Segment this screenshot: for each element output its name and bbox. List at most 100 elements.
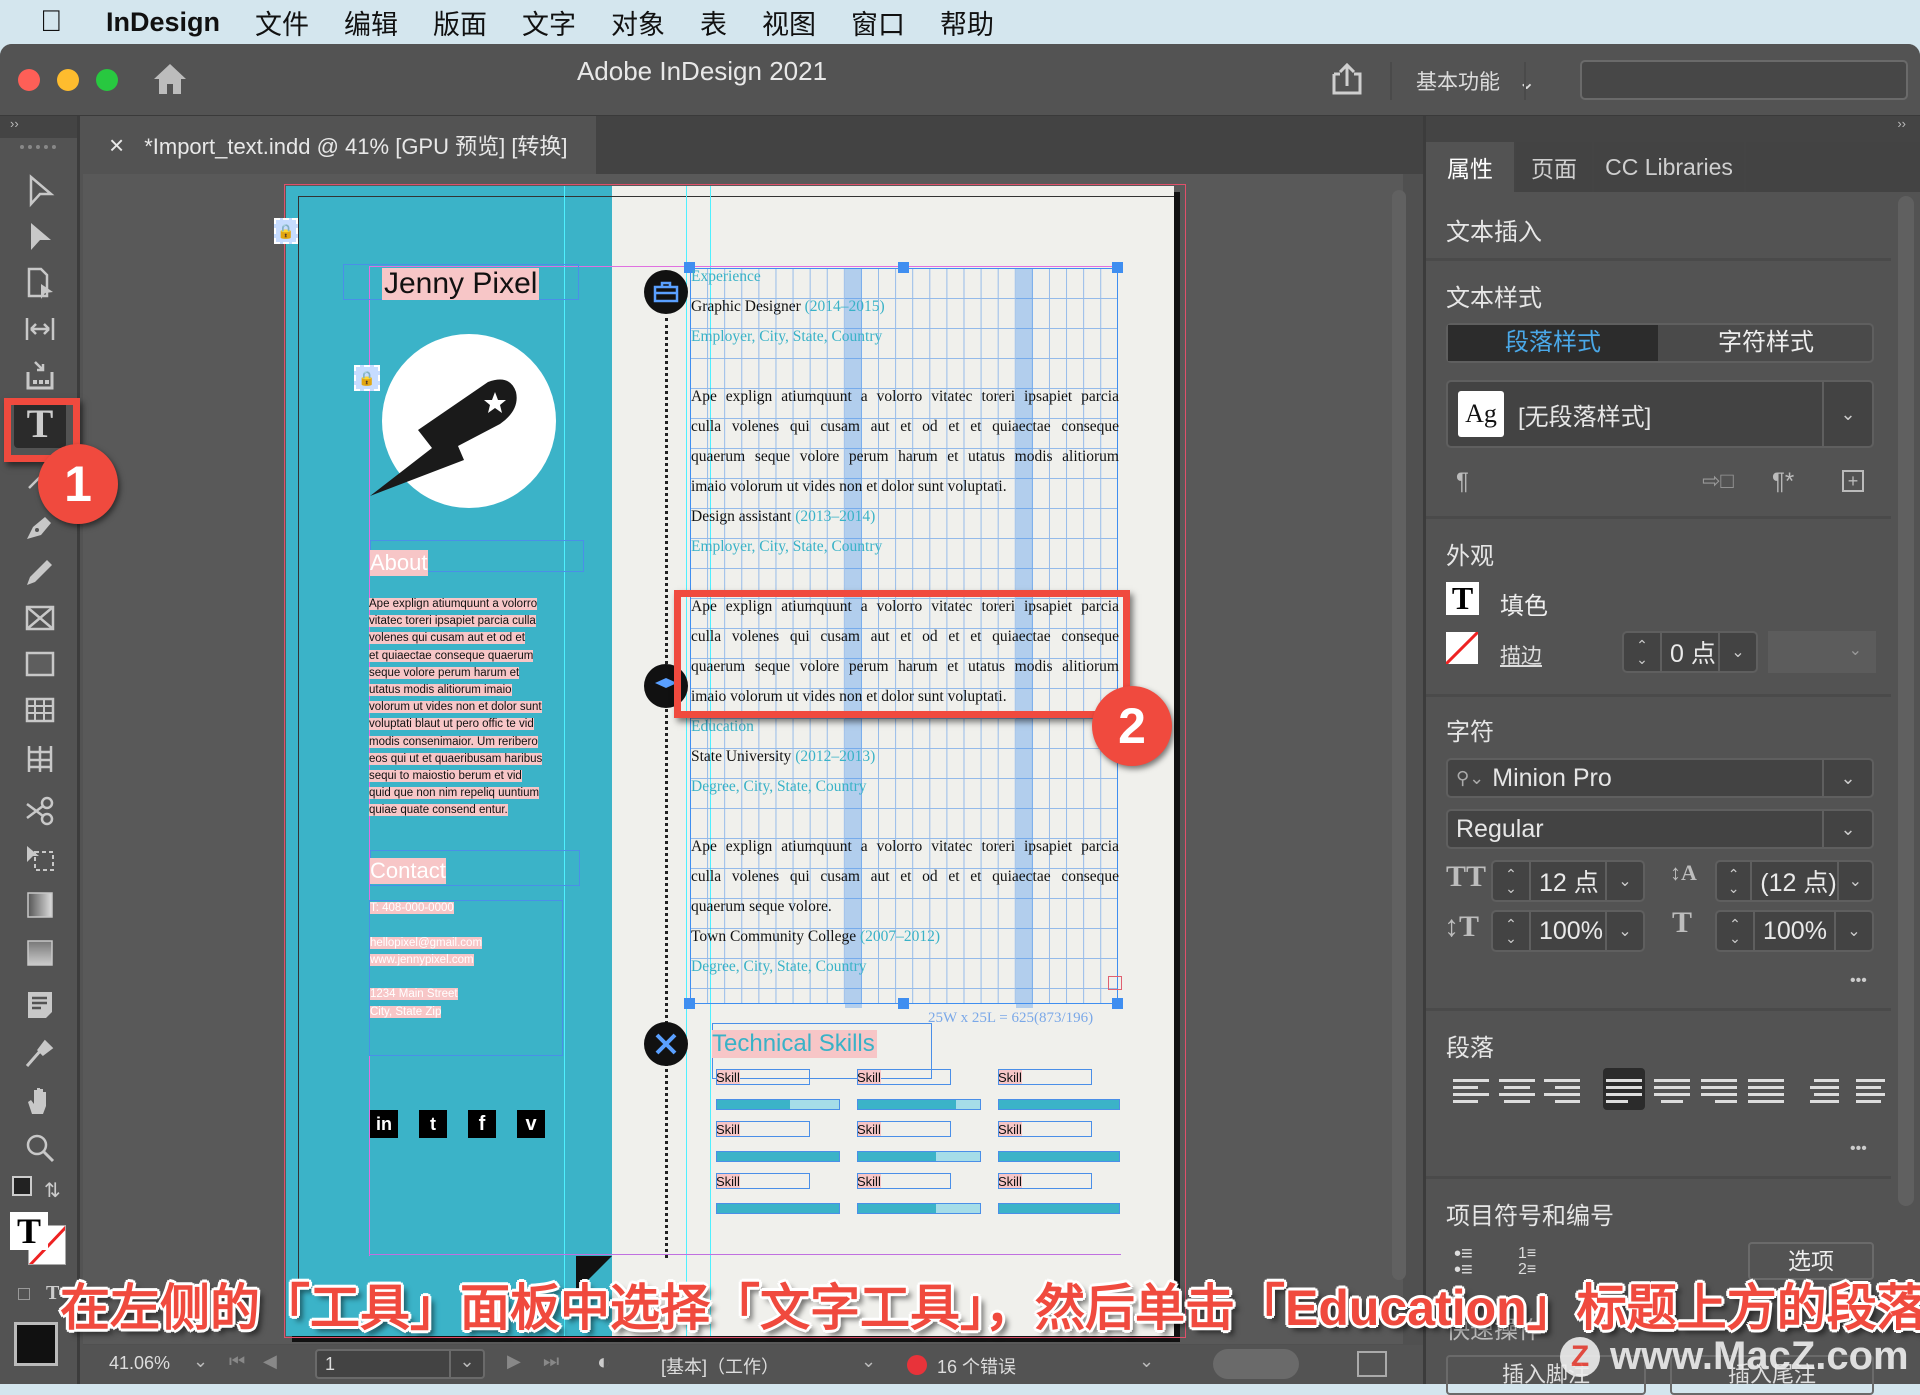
chevron-down-icon[interactable]: ⌄ xyxy=(1605,862,1643,900)
skill-label-frame[interactable] xyxy=(716,1069,810,1085)
align-right-icon[interactable] xyxy=(1544,1075,1580,1111)
default-fill-stroke-icon[interactable] xyxy=(12,1176,32,1196)
page-tool-icon[interactable] xyxy=(16,262,64,304)
search-input[interactable] xyxy=(1580,60,1908,100)
rectangle-frame-tool-icon[interactable] xyxy=(16,597,64,639)
overset-text-icon[interactable] xyxy=(1108,976,1122,990)
fill-color-swatch-icon[interactable]: T xyxy=(1446,582,1479,615)
document-tab[interactable]: × *Import_text.indd @ 41% [GPU 预览] [转换] xyxy=(83,116,596,174)
justify-last-center-icon[interactable] xyxy=(1654,1075,1690,1111)
workspace-switcher[interactable]: 基本功能 ⌄ xyxy=(1416,66,1535,96)
menu-object[interactable]: 对象 xyxy=(611,3,665,42)
skill-label-frame[interactable] xyxy=(857,1173,951,1189)
menu-view[interactable]: 视图 xyxy=(762,3,816,42)
menu-help[interactable]: 帮助 xyxy=(940,3,994,42)
menu-indesign[interactable]: InDesign xyxy=(106,7,220,38)
next-page-icon[interactable]: ▶ xyxy=(507,1351,521,1372)
zoom-tool-icon[interactable] xyxy=(16,1127,64,1169)
skill-label-frame[interactable] xyxy=(998,1173,1092,1189)
scissors-tool-icon[interactable] xyxy=(16,790,64,832)
horizontal-scrollbar[interactable] xyxy=(1213,1349,1299,1379)
chevron-down-icon[interactable]: ⌄ xyxy=(1834,912,1872,950)
vertical-scale-field[interactable]: ⌃ ⌄ 100% ⌄ xyxy=(1491,910,1645,952)
zoom-dropdown-icon[interactable]: ⌄ xyxy=(193,1351,208,1372)
formatting-text-icon[interactable]: T xyxy=(46,1282,59,1305)
chevron-down-icon[interactable]: ⌄ xyxy=(1718,633,1756,671)
align-center-icon[interactable] xyxy=(1499,1075,1535,1111)
close-tab-icon[interactable]: × xyxy=(109,130,124,161)
stepper-icon[interactable]: ⌃ ⌄ xyxy=(1717,862,1753,900)
first-page-icon[interactable]: ⏮ xyxy=(229,1351,245,1372)
canvas-vertical-scrollbar[interactable] xyxy=(1392,190,1406,1280)
clear-overrides-icon[interactable]: ¶* xyxy=(1772,468,1794,496)
load-styles-icon[interactable]: ⇨□ xyxy=(1702,468,1734,494)
collapse-panel-icon[interactable]: ›› xyxy=(1426,116,1920,142)
share-icon[interactable] xyxy=(1330,62,1364,96)
justify-last-right-icon[interactable] xyxy=(1701,1075,1737,1111)
skill-label-frame[interactable] xyxy=(716,1121,810,1137)
formatting-container-icon[interactable] xyxy=(18,1288,30,1300)
last-page-icon[interactable]: ⏭ xyxy=(543,1351,559,1372)
tab-properties[interactable]: 属性 xyxy=(1426,142,1516,192)
font-style-dropdown[interactable]: Regular ⌄ xyxy=(1446,809,1874,849)
panel-grip[interactable] xyxy=(20,145,56,151)
swap-fill-stroke-icon[interactable]: ⇅ xyxy=(44,1178,61,1203)
selection-tool-icon[interactable] xyxy=(16,170,64,212)
table-tool-icon[interactable] xyxy=(16,689,64,731)
direct-selection-tool-icon[interactable] xyxy=(16,216,64,258)
justify-last-left-icon[interactable] xyxy=(1606,1075,1642,1111)
align-left-icon[interactable] xyxy=(1453,1075,1489,1111)
skill-label-frame[interactable] xyxy=(998,1121,1092,1137)
stepper-icon[interactable]: ⌃ ⌄ xyxy=(1717,912,1755,950)
contact-frame[interactable] xyxy=(369,900,563,1056)
menu-file[interactable]: 文件 xyxy=(255,3,309,42)
menu-type[interactable]: 文字 xyxy=(522,3,576,42)
zoom-level[interactable]: 41.06% xyxy=(109,1353,170,1374)
align-towards-spine-icon[interactable] xyxy=(1810,1075,1846,1111)
gradient-feather-tool-icon[interactable] xyxy=(16,932,64,974)
font-family-dropdown[interactable]: ⚲⌄ Minion Pro ⌄ xyxy=(1446,758,1874,798)
gradient-swatch-tool-icon[interactable] xyxy=(16,884,64,926)
skill-label-frame[interactable] xyxy=(998,1069,1092,1085)
rectangle-tool-icon[interactable] xyxy=(16,643,64,685)
menu-window[interactable]: 窗口 xyxy=(851,3,905,42)
justify-all-icon[interactable] xyxy=(1748,1075,1784,1111)
stepper-icon[interactable]: ⌃ ⌄ xyxy=(1493,912,1531,950)
tab-cc-libraries[interactable]: CC Libraries xyxy=(1594,142,1746,192)
frame-handle[interactable] xyxy=(1112,998,1123,1009)
stepper-icon[interactable]: ⌃ ⌄ xyxy=(1624,633,1662,671)
page-number-field[interactable]: 1 ⌄ xyxy=(315,1349,485,1379)
pencil-tool-icon[interactable] xyxy=(16,551,64,593)
frame-handle[interactable] xyxy=(898,998,909,1009)
lock-icon[interactable]: 🔒 xyxy=(274,218,298,244)
stroke-weight-field[interactable]: ⌃ ⌄ 0 点 ⌄ xyxy=(1622,631,1758,673)
hand-tool-icon[interactable] xyxy=(16,1080,64,1122)
panel-scrollbar[interactable] xyxy=(1898,196,1914,1206)
horizontal-scale-field[interactable]: ⌃ ⌄ 100% ⌄ xyxy=(1715,910,1874,952)
preflight-icon[interactable]: ◐ xyxy=(597,1349,610,1375)
leading-field[interactable]: ⌃ ⌄ (12 点) ⌄ xyxy=(1715,860,1874,902)
chevron-down-icon[interactable]: ⌄ xyxy=(861,1351,876,1372)
stroke-type-dropdown[interactable]: ⌄ xyxy=(1768,631,1876,673)
error-count[interactable]: 16 个错误 xyxy=(937,1353,1016,1379)
menu-edit[interactable]: 编辑 xyxy=(344,3,398,42)
gap-tool-icon[interactable] xyxy=(16,308,64,350)
content-collector-tool-icon[interactable] xyxy=(16,354,64,396)
table-columns-tool-icon[interactable] xyxy=(16,738,64,780)
free-transform-tool-icon[interactable] xyxy=(16,838,64,880)
paragraph-more-options-icon[interactable]: ••• xyxy=(1850,1140,1867,1158)
chevron-down-icon[interactable]: ⌄ xyxy=(449,1351,483,1377)
apple-menu-icon[interactable]:  xyxy=(40,5,106,39)
eyedropper-tool-icon[interactable] xyxy=(16,1032,64,1074)
previous-page-icon[interactable]: ◀ xyxy=(263,1351,277,1372)
chevron-down-icon[interactable]: ⌄ xyxy=(1605,912,1643,950)
note-tool-icon[interactable] xyxy=(16,984,64,1026)
paragraph-styles-tab[interactable]: 段落样式 xyxy=(1448,325,1658,361)
preflight-profile[interactable]: [基本]（工作） xyxy=(661,1353,779,1379)
fill-text-swatch[interactable]: T xyxy=(10,1212,48,1250)
skill-label-frame[interactable] xyxy=(857,1121,951,1137)
frame-handle[interactable] xyxy=(684,998,695,1009)
chevron-down-icon[interactable]: ⌄ xyxy=(1836,862,1872,900)
skill-label-frame[interactable] xyxy=(716,1173,810,1189)
menu-table[interactable]: 表 xyxy=(700,3,727,42)
